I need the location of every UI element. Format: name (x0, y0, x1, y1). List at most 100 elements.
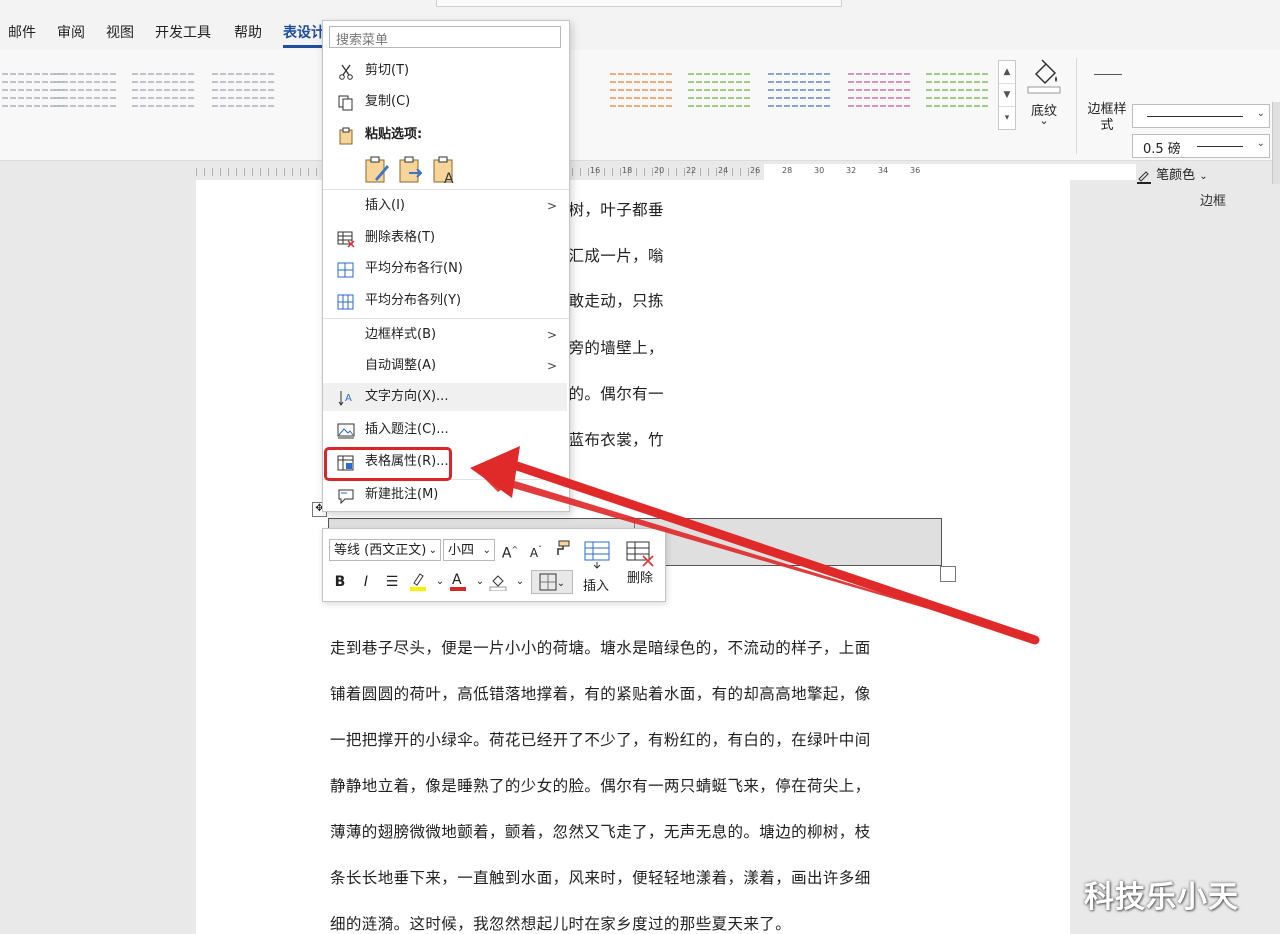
menu-item-label: 边框样式(B) (365, 327, 437, 342)
gallery-scroll[interactable]: ▲ ▼ ▾ (998, 60, 1016, 130)
paste-merge-format-icon[interactable] (397, 155, 425, 185)
chevron-down-icon: ⌄ (1256, 138, 1265, 149)
ruler-number: 26 (750, 166, 761, 175)
insert-caption-icon (337, 423, 355, 439)
group-divider (1076, 58, 1077, 154)
border-styles-label: 边框样 式 (1087, 102, 1127, 133)
table-style-thumbnail[interactable] (608, 70, 674, 116)
menu-separator (323, 318, 569, 319)
ribbon-table-design: ▲ ▼ ▾ 底纹 ⌄ 边框样 式 ⌄ 0.5 磅 ⌄ 笔颜色 ⌄ 边框 (0, 50, 1280, 209)
tab-mailings[interactable]: 邮件 (8, 22, 36, 42)
paste-text-only-icon[interactable]: A (431, 155, 459, 187)
bold-button[interactable]: B (329, 571, 351, 593)
menu-item-text-direction[interactable]: A 文字方向(X)... (323, 383, 567, 411)
chevron-down-icon[interactable]: ⌄ (509, 571, 531, 593)
line-weight-value: 0.5 磅 (1143, 142, 1181, 157)
format-painter-icon[interactable] (551, 539, 573, 561)
table-style-thumbnail[interactable] (924, 70, 990, 116)
paragraph-line: 静静地立着，像是睡熟了的少女的脸。偶尔有一两只蜻蜓飞来，停在荷尖上， (330, 777, 871, 795)
border-styles-button[interactable]: 边框样 式 (1082, 58, 1132, 140)
align-center-icon[interactable]: ☰ (381, 571, 403, 593)
svg-text:A: A (444, 171, 454, 185)
menu-item-label: 新建批注(M) (365, 487, 439, 502)
clipboard-icon (339, 127, 353, 145)
text-direction-icon: A (338, 391, 352, 406)
mini-toolbar: 等线 (西文正文) ⌄ 小四 ⌄ A^ Aˇ B I ☰ ⌄ A ⌄ ⌄ ⌄ 插… (322, 528, 666, 602)
svg-text:A: A (345, 393, 352, 404)
line-style-sample (1147, 116, 1243, 117)
copy-icon (338, 95, 353, 111)
menu-item-insert[interactable]: 插入(I) > (323, 192, 567, 220)
table-resize-handle[interactable] (940, 566, 956, 582)
pen-color-button[interactable]: 笔颜色 ⌄ (1136, 164, 1208, 184)
font-family-value: 等线 (西文正文) (334, 543, 427, 558)
distribute-rows-icon (337, 262, 354, 278)
grow-font-icon[interactable]: A^ (499, 539, 521, 562)
ruler-number: 16 (590, 166, 601, 175)
delete-button[interactable]: 删除 (623, 533, 663, 599)
shrink-font-icon[interactable]: Aˇ (525, 539, 547, 561)
menu-item-label: 文字方向(X)... (365, 389, 449, 404)
chevron-down-icon: ⌄ (1039, 114, 1049, 127)
paint-bucket-icon (1027, 59, 1061, 94)
gallery-more-icon[interactable]: ▾ (999, 107, 1015, 129)
tab-review[interactable]: 审阅 (57, 22, 85, 42)
table-style-thumbnail[interactable] (52, 70, 118, 116)
tab-developer[interactable]: 开发工具 (155, 22, 211, 42)
table-style-thumbnail[interactable] (846, 70, 912, 116)
table-style-thumbnail[interactable] (130, 70, 196, 116)
menu-item-new-comment[interactable]: 新建批注(M) (323, 481, 567, 509)
ribbon-scrollbar[interactable] (1272, 102, 1280, 184)
font-size-value: 小四 (448, 543, 475, 558)
ribbon-tab-bar: 邮件 审阅 视图 开发工具 帮助 表设计 (0, 0, 1280, 50)
ruler-number: 28 (782, 166, 793, 175)
menu-item-delete-table[interactable]: 删除表格(T) (323, 224, 567, 252)
table-style-thumbnail[interactable] (766, 70, 832, 116)
chevron-right-icon: > (546, 328, 557, 342)
menu-item-copy[interactable]: 复制(C) (323, 88, 567, 116)
ruler-number: 20 (654, 166, 665, 175)
paragraph-line: 铺着圆圆的荷叶，高低错落地撑着，有的紧贴着水面，有的却高高地擎起，像 (330, 685, 871, 703)
font-color-icon[interactable]: A (447, 571, 469, 593)
shading-button[interactable]: 底纹 ⌄ (1022, 56, 1066, 130)
line-weight-sample (1197, 146, 1243, 147)
menu-item-label: 删除表格(T) (365, 230, 436, 245)
tab-view[interactable]: 视图 (106, 22, 134, 42)
delete-table-icon (626, 541, 654, 567)
ruler-number: 18 (622, 166, 633, 175)
ruler-number: 24 (718, 166, 729, 175)
menu-item-autofit[interactable]: 自动调整(A) > (323, 352, 567, 380)
chevron-down-icon: ⌄ (1256, 108, 1265, 119)
insert-button[interactable]: 插入 (581, 533, 621, 599)
line-style-dropdown[interactable]: ⌄ (1132, 104, 1270, 128)
chevron-right-icon: > (546, 359, 557, 373)
menu-search-input[interactable]: 搜索菜单 (329, 26, 561, 48)
menu-item-distribute-rows[interactable]: 平均分布各行(N) (323, 255, 567, 283)
gallery-up-icon[interactable]: ▲ (999, 61, 1015, 84)
table-style-thumbnail[interactable] (686, 70, 752, 116)
tab-help[interactable]: 帮助 (234, 22, 262, 42)
paragraph-line: 细的涟漪。这时候，我忽然想起儿时在家乡度过的那些夏天来了。 (330, 915, 792, 933)
menu-item-label: 平均分布各列(Y) (365, 293, 462, 308)
menu-item-cut[interactable]: 剪切(T) (323, 57, 567, 85)
paste-keep-format-icon[interactable] (363, 155, 391, 185)
font-family-dropdown[interactable]: 等线 (西文正文) ⌄ (329, 539, 441, 561)
italic-button[interactable]: I (355, 571, 377, 593)
title-search-box[interactable] (436, 0, 842, 7)
menu-item-distribute-columns[interactable]: 平均分布各列(Y) (323, 287, 567, 315)
table-style-thumbnail[interactable] (210, 70, 276, 116)
cell-shading-icon[interactable] (487, 571, 509, 593)
menu-item-insert-caption[interactable]: 插入题注(C)... (323, 416, 567, 444)
gallery-down-icon[interactable]: ▼ (999, 84, 1015, 107)
paragraph-line: 条长长地垂下来，一直触到水面，风来时，便轻轻地漾着，漾着，画出许多细 (330, 869, 871, 887)
tab-table-design[interactable]: 表设计 (283, 22, 325, 48)
menu-item-label: 插入题注(C)... (365, 422, 449, 437)
menu-item-border-styles[interactable]: 边框样式(B) > (323, 321, 567, 349)
line-weight-dropdown[interactable]: 0.5 磅 ⌄ (1132, 134, 1270, 158)
menu-item-paste-options: 粘贴选项: (323, 121, 567, 149)
ruler-number: 22 (686, 166, 697, 175)
watermark: 科技乐小天 (1084, 880, 1239, 915)
font-size-dropdown[interactable]: 小四 ⌄ (443, 539, 495, 561)
borders-button[interactable]: ⌄ (531, 570, 573, 594)
highlight-color-icon[interactable] (407, 571, 429, 593)
